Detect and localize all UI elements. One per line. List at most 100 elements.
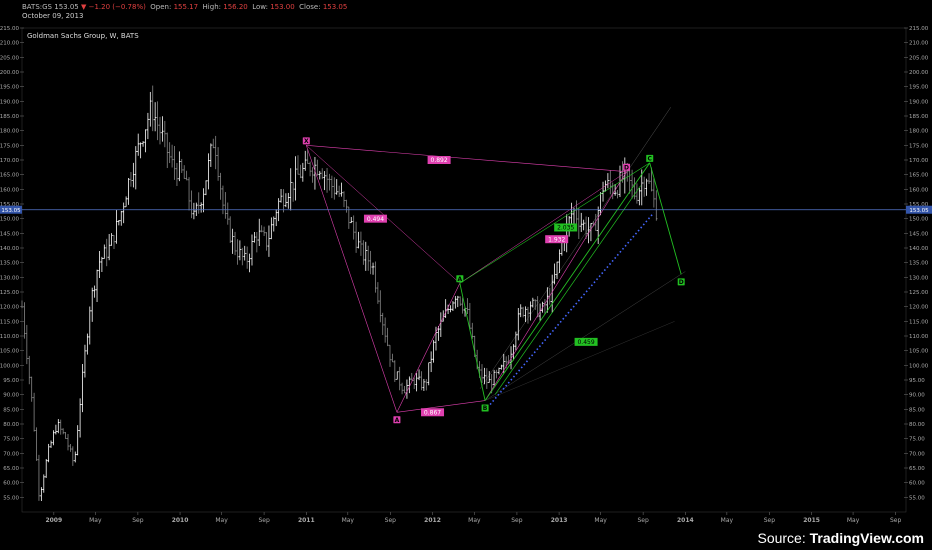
y-tick-label-left: 120.00 [0, 305, 19, 311]
x-tick-label: 2011 [298, 517, 315, 524]
x-tick-label: May [847, 517, 860, 524]
low-value: 153.00 [270, 3, 295, 11]
tradingview-link[interactable]: TradingView.com [810, 530, 924, 546]
y-tick-label-left: 90.00 [3, 393, 19, 399]
y-tick-label-right: 55.00 [909, 495, 925, 501]
x-tick-label: 2013 [551, 517, 568, 524]
pattern-point-label: A [395, 417, 400, 424]
ratio-label: 1.932 [548, 236, 565, 243]
y-tick-label-left: 125.00 [0, 290, 19, 296]
y-tick-label-left: 65.00 [3, 466, 19, 472]
y-tick-label-left: 130.00 [0, 275, 19, 281]
y-tick-label-left: 80.00 [3, 422, 19, 428]
y-tick-label-right: 180.00 [909, 129, 929, 135]
y-tick-label-right: 150.00 [909, 217, 929, 223]
y-tick-label-left: 205.00 [0, 55, 19, 61]
pattern-point-label: C [648, 156, 653, 163]
y-tick-label-right: 110.00 [909, 334, 929, 340]
y-tick-label-left: 145.00 [0, 231, 19, 237]
y-tick-label-left: 135.00 [0, 261, 19, 267]
y-tick-label-left: 165.00 [0, 173, 19, 179]
y-tick-label-left: 100.00 [0, 363, 19, 369]
y-tick-label-right: 215.00 [909, 26, 929, 32]
x-tick-label: 2012 [424, 517, 441, 524]
y-tick-label-right: 195.00 [909, 85, 929, 91]
ratio-label: 0.892 [431, 157, 448, 164]
symbol: BATS:GS [22, 3, 52, 11]
y-tick-label-right: 185.00 [909, 114, 929, 120]
y-tick-label-right: 130.00 [909, 275, 929, 281]
y-tick-label-right: 85.00 [909, 407, 925, 413]
y-tick-label-left: 60.00 [3, 481, 19, 487]
y-tick-label-right: 145.00 [909, 231, 929, 237]
price-tag-right-text: 153.05 [909, 208, 929, 214]
x-tick-label: Sep [764, 517, 776, 524]
pattern-point-label: D [624, 164, 629, 171]
y-tick-label-right: 175.00 [909, 143, 929, 149]
x-tick-label: Sep [511, 517, 523, 524]
chart-title: Goldman Sachs Group, W, BATS [27, 32, 139, 40]
y-tick-label-right: 205.00 [909, 55, 929, 61]
price-chart[interactable]: X A A B D C D 0.892 0.494 0.867 2.035 1.932 0.459 55… [0, 0, 932, 550]
x-tick-label: 2014 [677, 517, 694, 524]
y-tick-label-right: 160.00 [909, 187, 929, 193]
y-tick-label-right: 170.00 [909, 158, 929, 164]
x-tick-label: Sep [637, 517, 649, 524]
y-tick-label-left: 110.00 [0, 334, 19, 340]
y-tick-label-left: 140.00 [0, 246, 19, 252]
ratio-label: 2.035 [557, 225, 574, 232]
y-tick-label-right: 90.00 [909, 393, 925, 399]
y-tick-label-left: 95.00 [3, 378, 19, 384]
y-tick-label-right: 200.00 [909, 70, 929, 76]
x-tick-label: May [215, 517, 228, 524]
y-tick-label-left: 170.00 [0, 158, 19, 164]
last-price: 153.05 [54, 3, 79, 11]
y-tick-label-right: 140.00 [909, 246, 929, 252]
x-tick-label: May [468, 517, 481, 524]
x-tick-label: May [342, 517, 355, 524]
open-value: 155.17 [173, 3, 199, 11]
y-tick-label-left: 70.00 [3, 451, 19, 457]
y-tick-label-left: 210.00 [0, 41, 19, 47]
ohlc-header: BATS:GS 153.05 ▼ −1.20 (−0.78%) Open: 15… [22, 3, 348, 11]
x-tick-label: 2010 [172, 517, 189, 524]
y-tick-label-left: 215.00 [0, 26, 19, 32]
ratio-label: 0.459 [577, 339, 594, 346]
y-tick-label-right: 70.00 [909, 451, 925, 457]
high-value: 156.20 [223, 3, 248, 11]
source-attribution[interactable]: Source: TradingView.com [757, 530, 924, 546]
x-tick-label: May [89, 517, 102, 524]
y-tick-label-right: 75.00 [909, 437, 925, 443]
y-tick-label-left: 75.00 [3, 437, 19, 443]
pattern-point-label: B [483, 405, 488, 412]
y-tick-label-right: 60.00 [909, 481, 925, 487]
y-tick-label-right: 100.00 [909, 363, 929, 369]
y-tick-label-left: 55.00 [3, 495, 19, 501]
y-tick-label-right: 115.00 [909, 319, 929, 325]
date-label: October 09, 2013 [22, 12, 84, 20]
x-tick-label: 2015 [803, 517, 820, 524]
y-tick-label-right: 120.00 [909, 305, 929, 311]
y-tick-label-left: 195.00 [0, 85, 19, 91]
pattern-point-label: D [679, 279, 684, 286]
y-tick-label-left: 200.00 [0, 70, 19, 76]
x-tick-label: Sep [385, 517, 397, 524]
x-tick-label: Sep [258, 517, 270, 524]
y-tick-label-left: 190.00 [0, 99, 19, 105]
x-tick-label: May [594, 517, 607, 524]
pattern-point-label: A [458, 276, 463, 283]
y-tick-label-left: 185.00 [0, 114, 19, 120]
x-tick-label: Sep [132, 517, 144, 524]
y-tick-label-right: 125.00 [909, 290, 929, 296]
x-tick-label: May [721, 517, 734, 524]
y-tick-label-left: 150.00 [0, 217, 19, 223]
y-tick-label-right: 65.00 [909, 466, 925, 472]
y-tick-label-right: 190.00 [909, 99, 929, 105]
y-tick-label-right: 165.00 [909, 173, 929, 179]
down-arrow-icon: ▼ [80, 3, 87, 11]
change-value: −1.20 (−0.78%) [88, 3, 146, 11]
x-tick-label: 2009 [45, 517, 62, 524]
y-tick-label-right: 95.00 [909, 378, 925, 384]
ratio-label: 0.867 [424, 409, 441, 416]
price-tag-left-text: 153.05 [1, 208, 21, 214]
